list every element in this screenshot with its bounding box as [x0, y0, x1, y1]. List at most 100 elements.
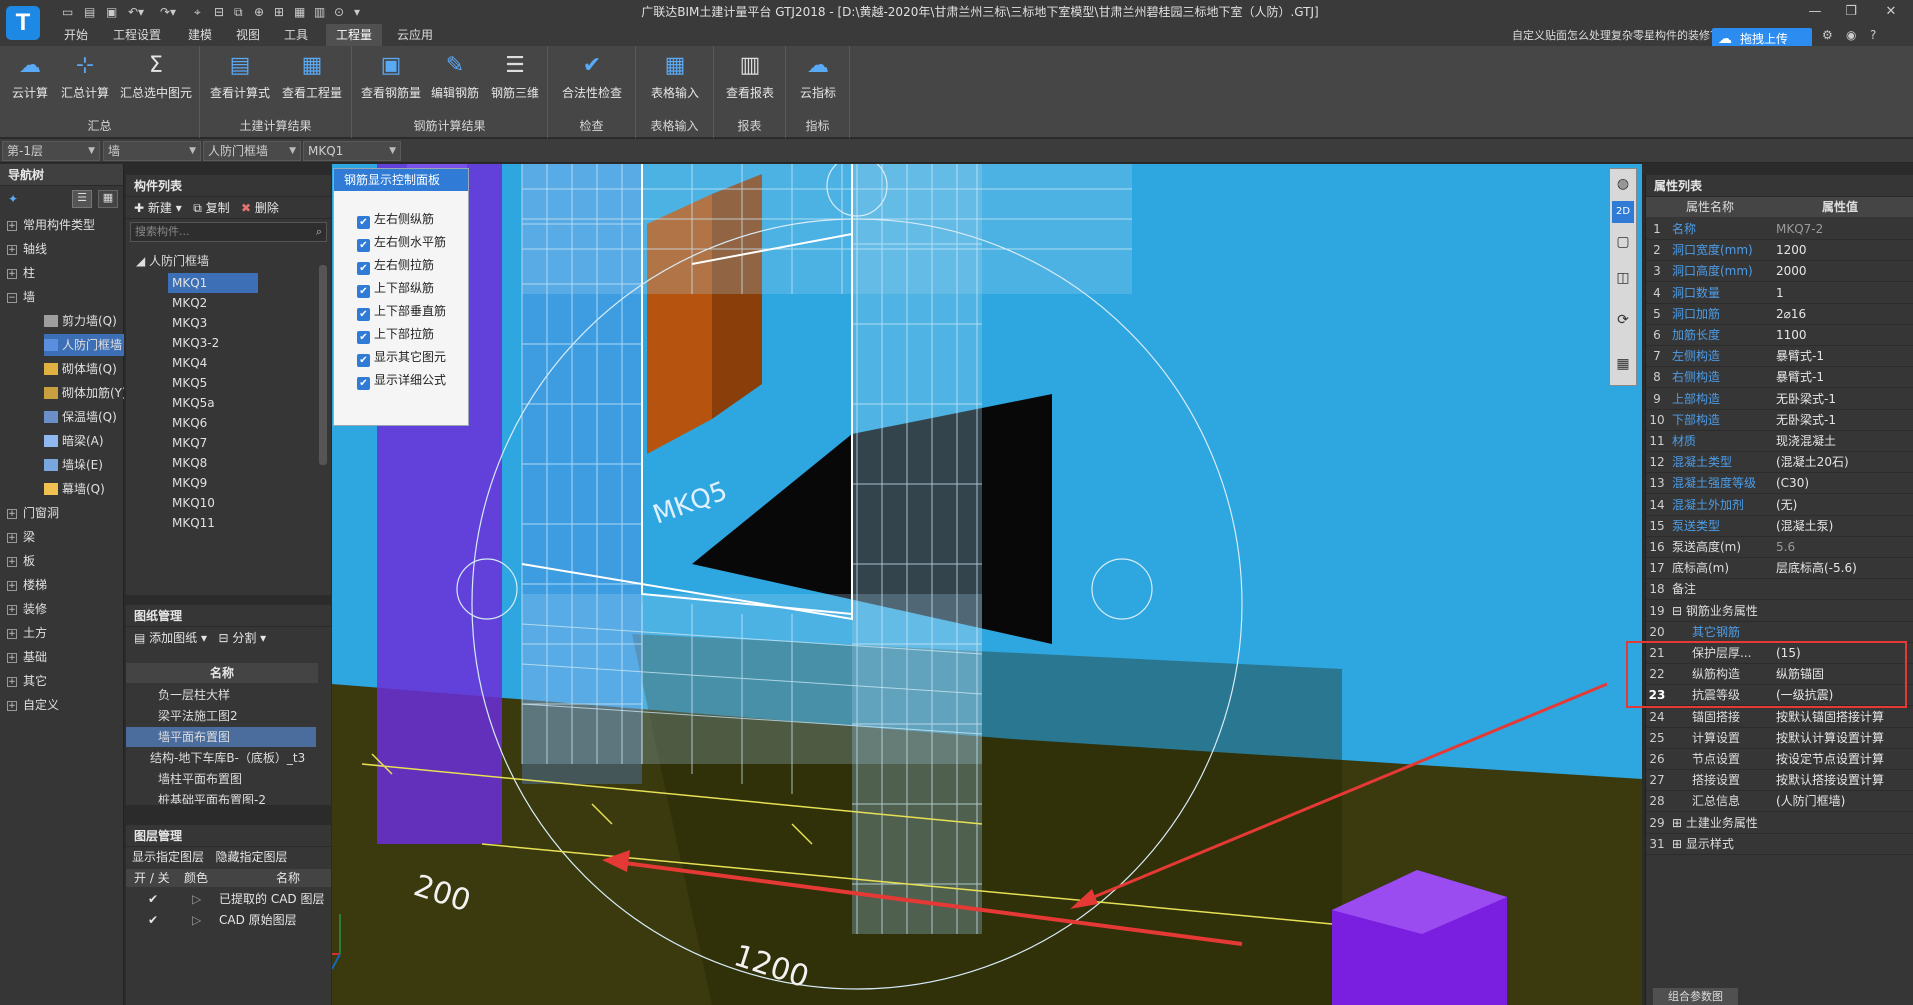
property-row[interactable]: 3 洞口高度(mm) 2000 [1646, 261, 1913, 283]
property-row[interactable]: 18 备注 [1646, 579, 1913, 601]
nav-sub-insulation-wall[interactable]: 保温墙(Q) [44, 406, 117, 428]
property-value[interactable]: (人防门框墙) [1772, 791, 1912, 812]
property-row[interactable]: 2 洞口宽度(mm) 1200 [1646, 240, 1913, 262]
3d-viewport[interactable]: 1200 200 MKQ5 [332, 164, 1642, 1005]
property-row[interactable]: 4 洞口数量 1 [1646, 283, 1913, 304]
property-row[interactable]: 10 下部构造 无卧梁式-1 [1646, 410, 1913, 431]
property-row[interactable]: 8 右侧构造 暴臂式-1 [1646, 367, 1913, 389]
select-icon[interactable]: ⌖ [194, 3, 201, 21]
nav-sub-hidden-beam[interactable]: 暗梁(A) [44, 430, 104, 452]
checkbox-icon[interactable]: ✔ [357, 331, 370, 344]
new-component-button[interactable]: ✚ 新建 ▾ [134, 201, 182, 215]
property-value[interactable]: 1200 [1772, 240, 1912, 261]
list-view-icon[interactable]: ☰ [72, 190, 92, 208]
property-value[interactable]: 暴臂式-1 [1772, 367, 1912, 388]
property-row[interactable]: 27 搭接设置 按默认搭接设置计算 [1646, 770, 1913, 792]
checkbox-icon[interactable]: ✔ [357, 308, 370, 321]
rebar-option[interactable]: ✔ 左右侧纵筋 [357, 209, 434, 229]
property-row[interactable]: 12 混凝土类型 (混凝土20石) [1646, 452, 1913, 474]
property-row[interactable]: 31 ⊞ 显示样式 [1646, 834, 1913, 855]
2d-3d-toggle[interactable]: 2D [1612, 201, 1634, 223]
property-value[interactable]: 1100 [1772, 325, 1912, 346]
nav-item-wall[interactable]: − 墙 [0, 286, 35, 308]
view-cube-icon[interactable]: ▢ [1612, 231, 1634, 253]
property-row[interactable]: 7 左侧构造 暴臂式-1 [1646, 346, 1913, 368]
measure-icon[interactable]: ⊕ [254, 3, 264, 21]
align-icon[interactable]: ⊟ [214, 3, 224, 21]
edit-rebar-button[interactable]: ✎ 编辑钢筋 [424, 50, 486, 110]
cloud-calc-button[interactable]: ☁ 云计算 [2, 50, 58, 110]
view-formula-button[interactable]: ▤ 查看计算式 [204, 50, 276, 110]
open-file-icon[interactable]: ▤ [84, 3, 95, 21]
tab-cloud[interactable]: 云应用 [387, 24, 443, 46]
nav-item-stair[interactable]: + 楼梯 [0, 574, 47, 596]
user-icon[interactable]: ◉ [1846, 26, 1856, 44]
property-row[interactable]: 16 泵送高度(m) 5.6 [1646, 537, 1913, 558]
property-row[interactable]: 14 混凝土外加剂 (无) [1646, 495, 1913, 516]
type-select[interactable]: 墙 ▼ [103, 141, 201, 161]
help-question[interactable]: 自定义贴面怎么处理复杂零星构件的装修？ [1512, 27, 1721, 43]
rebar-option[interactable]: ✔ 显示其它图元 [357, 347, 446, 367]
tab-quantities[interactable]: 工程量 [326, 24, 383, 46]
component-select[interactable]: MKQ1 ▼ [303, 141, 401, 161]
copy-tool-icon[interactable]: ⧉ [234, 3, 243, 21]
view-report-button[interactable]: ▥ 查看报表 [718, 50, 782, 110]
layer-icon[interactable]: ⊞ [274, 3, 284, 21]
property-row[interactable]: 19 ⊟ 钢筋业务属性 [1646, 601, 1913, 622]
layer-color-arrow[interactable]: ▷ [192, 889, 201, 909]
property-value[interactable]: MKQ7-2 [1772, 219, 1912, 240]
property-row[interactable]: 5 洞口加筋 2⌀16 [1646, 304, 1913, 325]
component-item[interactable]: MKQ1 [168, 273, 258, 293]
property-row[interactable]: 28 汇总信息 (人防门框墙) [1646, 791, 1913, 813]
help-icon[interactable]: ? [1870, 26, 1876, 44]
table-input-button[interactable]: ▦ 表格输入 [642, 50, 708, 110]
drawing-row-group[interactable]: 结构-地下车库B-（底板）_t3 [126, 748, 316, 768]
checkbox-icon[interactable]: ✔ [357, 285, 370, 298]
property-row[interactable]: 26 节点设置 按设定节点设置计算 [1646, 749, 1913, 770]
hide-layer-button[interactable]: 隐藏指定图层 [215, 850, 287, 864]
property-row[interactable]: 13 混凝土强度等级 (C30) [1646, 473, 1913, 495]
drawing-row[interactable]: 梁平法施工图2 [126, 706, 316, 726]
summary-calc-button[interactable]: ⊹ 汇总计算 [56, 50, 114, 110]
minimize-icon[interactable]: — [1800, 2, 1830, 22]
new-file-icon[interactable]: ▭ [62, 3, 73, 21]
print-icon[interactable]: ▥ [314, 3, 325, 21]
nav-item-beam[interactable]: + 梁 [0, 526, 35, 548]
component-item[interactable]: MKQ3 [168, 313, 258, 333]
property-row[interactable]: 15 泵送类型 (混凝土泵) [1646, 516, 1913, 537]
table-icon[interactable]: ▦ [1612, 353, 1634, 375]
nav-item-doors[interactable]: + 门窗洞 [0, 502, 59, 524]
component-item[interactable]: MKQ5 [168, 373, 258, 393]
property-value[interactable]: 按默认搭接设置计算 [1772, 770, 1912, 791]
component-item[interactable]: MKQ8 [168, 453, 258, 473]
nav-sub-blast-door-wall[interactable]: 人防门框墙 [44, 334, 124, 356]
add-drawing-button[interactable]: ▤ 添加图纸 ▾ [134, 631, 207, 645]
property-value[interactable]: 1 [1772, 283, 1912, 304]
zoom-icon[interactable]: ⊙ [334, 3, 344, 21]
component-item[interactable]: MKQ2 [168, 293, 258, 313]
undo-icon[interactable]: ↶▾ [128, 3, 144, 21]
nav-sub-curtain-wall[interactable]: 幕墙(Q) [44, 478, 105, 500]
layer-color-arrow[interactable]: ▷ [192, 910, 201, 930]
nav-sub-masonry-rebar[interactable]: 砌体加筋(Y) [44, 382, 124, 404]
checkbox-icon[interactable]: ✔ [357, 377, 370, 390]
component-item[interactable]: MKQ5a [168, 393, 258, 413]
property-value[interactable]: 2000 [1772, 261, 1912, 282]
nav-sub-wall-pier[interactable]: 墙垛(E) [44, 454, 103, 476]
combo-param-tab[interactable]: 组合参数图 [1653, 988, 1738, 1005]
nav-item-other[interactable]: + 其它 [0, 670, 47, 692]
property-row[interactable]: 29 ⊞ 土建业务属性 [1646, 813, 1913, 834]
nav-item-custom[interactable]: + 自定义 [0, 694, 59, 716]
search-icon[interactable]: ⌕ [316, 223, 322, 241]
subtype-select[interactable]: 人防门框墙 ▼ [203, 141, 301, 161]
property-value[interactable]: 无卧梁式-1 [1772, 410, 1912, 431]
property-value[interactable]: 现浇混凝土 [1772, 431, 1912, 452]
nav-item-column[interactable]: + 柱 [0, 262, 35, 284]
property-value[interactable]: 无卧梁式-1 [1772, 389, 1912, 410]
property-row[interactable]: 17 底标高(m) 层底标高(-5.6) [1646, 558, 1913, 580]
drawing-row[interactable]: 负一层柱大样 [126, 685, 316, 705]
nav-item-slab[interactable]: + 板 [0, 550, 35, 572]
box-icon[interactable]: ◫ [1612, 267, 1634, 289]
property-row[interactable]: 9 上部构造 无卧梁式-1 [1646, 389, 1913, 410]
component-search-input[interactable]: 搜索构件... ⌕ [130, 222, 327, 242]
